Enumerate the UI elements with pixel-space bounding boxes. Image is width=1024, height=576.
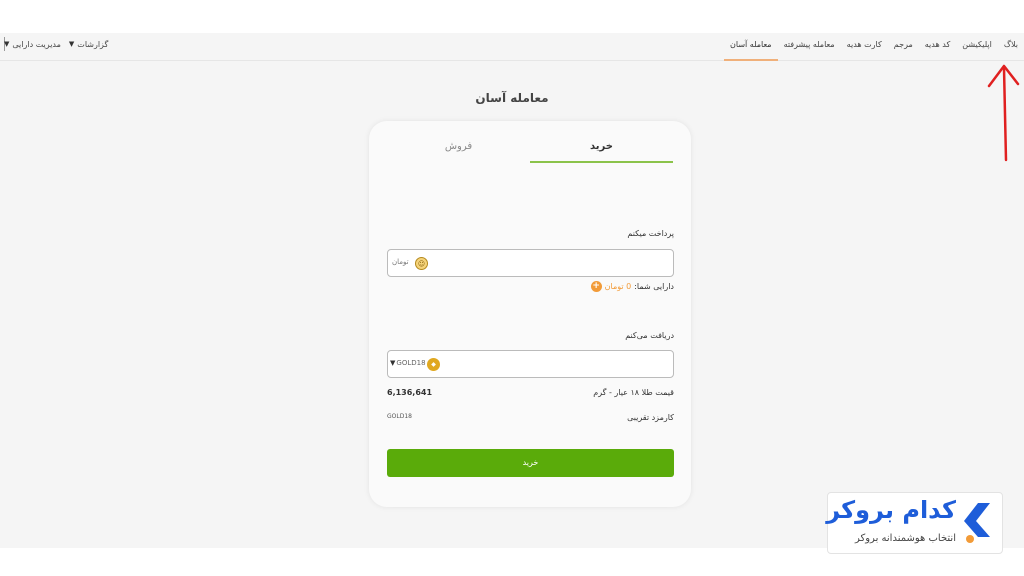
trade-tabs: خرید فروش bbox=[387, 135, 673, 163]
fee-value: GOLD18 bbox=[387, 413, 412, 420]
watermark-logo: کدام بروکر انتخاب هوشمندانه بروکر bbox=[826, 492, 1003, 554]
pay-label: پرداخت میکنم bbox=[627, 229, 674, 238]
pay-currency: تومان bbox=[392, 258, 409, 266]
logo-subtitle: انتخاب هوشمندانه بروکر bbox=[854, 533, 956, 544]
chevron-down-icon: ▼ bbox=[390, 359, 396, 367]
reports-label: گزارشات bbox=[77, 39, 109, 49]
price-row: قیمت طلا ۱۸ عیار - گرم 6,136,641 bbox=[387, 388, 674, 397]
balance-value: 0 تومان bbox=[604, 282, 632, 291]
toman-coin-icon: ☺ bbox=[415, 257, 428, 270]
tab-buy[interactable]: خرید bbox=[530, 135, 673, 163]
reports-dropdown[interactable]: گزارشات ▼ bbox=[69, 40, 108, 49]
buy-button[interactable]: خرید bbox=[387, 449, 674, 477]
nav-item-blog[interactable]: بلاگ bbox=[998, 33, 1024, 61]
fee-row: کارمزد تقریبی GOLD18 bbox=[387, 413, 674, 422]
asset-management-dropdown[interactable]: مدیریت دارایی ▼ bbox=[4, 40, 61, 49]
nav-menu: معامله آسان معامله پیشرفته کارت هدیه مرج… bbox=[724, 33, 1024, 61]
price-value: 6,136,641 bbox=[387, 388, 433, 397]
balance-label: دارایی شما: bbox=[634, 282, 674, 291]
screenshot-root: معامله آسان معامله پیشرفته کارت هدیه مرج… bbox=[0, 0, 1024, 576]
asset-selector[interactable]: ▼ GOLD18 bbox=[390, 359, 426, 367]
nav-item-application[interactable]: اپلیکیشن bbox=[956, 33, 998, 61]
nav-item-gift-card[interactable]: کارت هدیه bbox=[841, 33, 888, 61]
asset-management-label: مدیریت دارایی bbox=[12, 39, 61, 49]
chevron-down-icon: ▼ bbox=[68, 40, 75, 48]
gold-coin-icon: ◆ bbox=[427, 358, 440, 371]
annotation-arrow-icon bbox=[987, 64, 1020, 162]
logo-title: کدام بروکر bbox=[826, 496, 956, 524]
tab-sell[interactable]: فروش bbox=[387, 135, 530, 163]
page-title: معامله آسان bbox=[475, 91, 549, 105]
chevron-down-icon: ▼ bbox=[4, 40, 10, 48]
trade-card: خرید فروش پرداخت میکنم ☺ تومان دارایی شم… bbox=[369, 121, 691, 507]
app-window: معامله آسان معامله پیشرفته کارت هدیه مرج… bbox=[0, 33, 1024, 548]
pay-amount-input[interactable]: ☺ تومان bbox=[387, 249, 674, 277]
top-navbar: معامله آسان معامله پیشرفته کارت هدیه مرج… bbox=[0, 33, 1024, 61]
nav-item-advanced-trade[interactable]: معامله پیشرفته bbox=[778, 33, 841, 61]
balance-line: دارایی شما: 0 تومان + bbox=[590, 281, 674, 292]
nav-item-gift-code[interactable]: کد هدیه bbox=[919, 33, 956, 61]
fee-label: کارمزد تقریبی bbox=[627, 413, 674, 422]
brand-chevron-icon bbox=[964, 503, 990, 543]
nav-dropdowns: گزارشات ▼ مدیریت دارایی ▼ bbox=[4, 33, 108, 55]
receive-amount-input[interactable]: ▼ GOLD18 ◆ bbox=[387, 350, 674, 378]
receive-label: دریافت می‌کنم bbox=[625, 331, 674, 340]
nav-item-marjam[interactable]: مرجم bbox=[888, 33, 919, 61]
add-balance-icon[interactable]: + bbox=[590, 281, 602, 292]
asset-name: GOLD18 bbox=[396, 359, 426, 367]
price-label: قیمت طلا ۱۸ عیار - گرم bbox=[593, 388, 674, 397]
nav-item-easy-trade[interactable]: معامله آسان bbox=[724, 33, 778, 61]
